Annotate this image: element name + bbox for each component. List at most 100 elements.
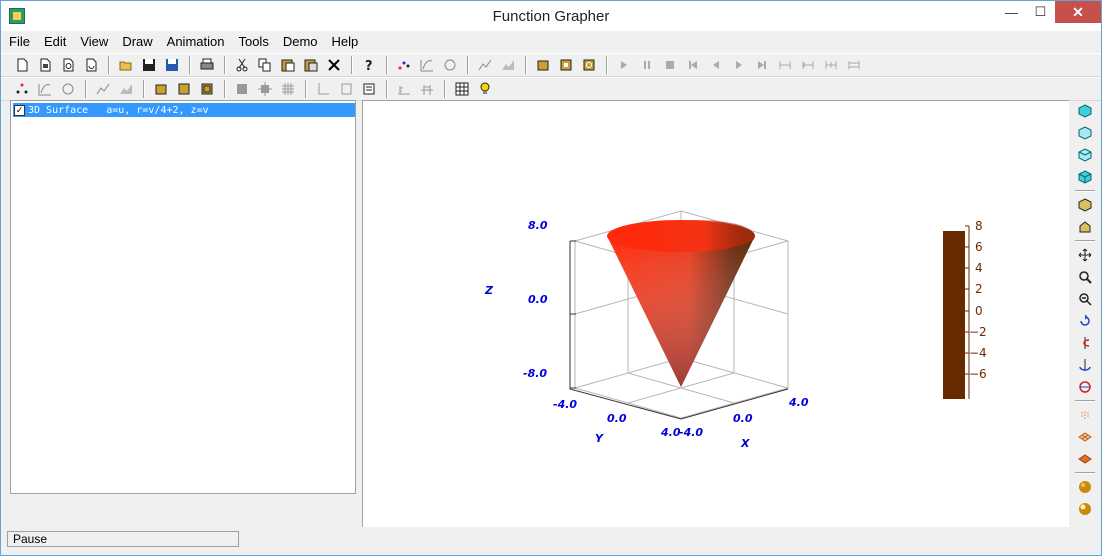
table-icon[interactable] — [451, 79, 473, 99]
zoom-out-icon[interactable] — [1074, 288, 1096, 310]
range-b-icon[interactable] — [797, 55, 819, 75]
play-icon[interactable] — [613, 55, 635, 75]
graph-a-icon[interactable] — [474, 55, 496, 75]
surface-solid-icon[interactable] — [1074, 448, 1096, 470]
next-icon[interactable] — [728, 55, 750, 75]
paste-special-icon[interactable] — [300, 55, 322, 75]
new-param-icon[interactable] — [80, 55, 102, 75]
view-cube-iso-icon[interactable] — [1074, 166, 1096, 188]
stop-icon[interactable] — [659, 55, 681, 75]
app-window: Function Grapher — ☐ ✕ File Edit View Dr… — [0, 0, 1102, 556]
points-icon[interactable] — [393, 55, 415, 75]
scatter-icon[interactable] — [11, 79, 33, 99]
square-icon[interactable] — [231, 79, 253, 99]
first-icon[interactable] — [682, 55, 704, 75]
visibility-checkbox[interactable]: ✓ — [14, 104, 25, 116]
help-icon[interactable]: ? — [358, 55, 380, 75]
axis-a-icon[interactable] — [312, 79, 334, 99]
save-as-icon[interactable] — [161, 55, 183, 75]
refresh-icon[interactable] — [439, 55, 461, 75]
cone-shade — [607, 236, 755, 387]
tick-b-icon[interactable] — [416, 79, 438, 99]
pause-icon[interactable] — [636, 55, 658, 75]
toolbar-separator — [1075, 190, 1095, 192]
title-bar: Function Grapher — ☐ ✕ — [1, 1, 1101, 31]
z-axis-label: Z — [484, 284, 494, 297]
view-cube-top-icon[interactable] — [1074, 144, 1096, 166]
cube-solid-icon[interactable] — [150, 79, 172, 99]
open-folder-icon[interactable] — [115, 55, 137, 75]
polar-icon[interactable] — [57, 79, 79, 99]
menu-edit[interactable]: Edit — [44, 34, 66, 49]
colorbar-tick-label: 4 — [975, 261, 983, 275]
x-axis-label: X — [740, 437, 750, 450]
main-toolbar: ? — [1, 53, 1101, 77]
sphere-shade-icon[interactable] — [1074, 476, 1096, 498]
gear-grid-icon[interactable] — [254, 79, 276, 99]
menu-file[interactable]: File — [9, 34, 30, 49]
curve-icon[interactable] — [416, 55, 438, 75]
axis-c-icon[interactable] — [358, 79, 380, 99]
sphere-light-icon[interactable] — [1074, 498, 1096, 520]
delete-icon[interactable] — [323, 55, 345, 75]
paste-icon[interactable] — [277, 55, 299, 75]
cut-icon[interactable] — [231, 55, 253, 75]
cube-gold-icon[interactable] — [532, 55, 554, 75]
menu-draw[interactable]: Draw — [122, 34, 152, 49]
cube-refresh-icon[interactable] — [578, 55, 600, 75]
colorbar-tick-label: −6 — [969, 367, 987, 381]
copy-icon[interactable] — [254, 55, 276, 75]
rotate-y-icon[interactable] — [1074, 332, 1096, 354]
rotate-z-icon[interactable] — [1074, 354, 1096, 376]
menu-help[interactable]: Help — [332, 34, 359, 49]
view-cube-front-icon[interactable] — [1074, 100, 1096, 122]
toolbar-separator — [108, 56, 110, 74]
toolbar-separator — [525, 56, 527, 74]
last-icon[interactable] — [751, 55, 773, 75]
surface-grid-icon[interactable] — [1074, 426, 1096, 448]
grid-icon[interactable] — [277, 79, 299, 99]
x-tick-label: 4.0 — [788, 396, 809, 409]
curve-outline-icon[interactable] — [34, 79, 56, 99]
graph-canvas[interactable]: 8.0 0.0 -8.0 Z -4.0 0.0 4.0 Y -4.0 0.0 4… — [362, 100, 1069, 527]
graph-b-icon[interactable] — [497, 55, 519, 75]
colorbar-tick-label: −2 — [969, 325, 987, 339]
new-icon[interactable] — [11, 55, 33, 75]
list-item[interactable]: ✓ 3D Surface a=u, r=v/4+2, z=v — [13, 103, 355, 117]
cube-gold-icon[interactable] — [1074, 194, 1096, 216]
print-icon[interactable] — [196, 55, 218, 75]
menu-view[interactable]: View — [80, 34, 108, 49]
graph-line-icon[interactable] — [92, 79, 114, 99]
rotate-x-icon[interactable] — [1074, 310, 1096, 332]
new-3d-icon[interactable] — [57, 55, 79, 75]
toolbar-separator — [386, 80, 388, 98]
move-icon[interactable] — [1074, 244, 1096, 266]
surface-dots-icon[interactable] — [1074, 404, 1096, 426]
maximize-button[interactable]: ☐ — [1026, 1, 1055, 23]
zoom-in-icon[interactable] — [1074, 266, 1096, 288]
axis-b-icon[interactable] — [335, 79, 357, 99]
view-cube-side-icon[interactable] — [1074, 122, 1096, 144]
home-view-icon[interactable] — [1074, 216, 1096, 238]
rotate-free-icon[interactable] — [1074, 376, 1096, 398]
menu-demo[interactable]: Demo — [283, 34, 318, 49]
cube-face-icon[interactable] — [173, 79, 195, 99]
cube-page-icon[interactable] — [555, 55, 577, 75]
range-c-icon[interactable] — [820, 55, 842, 75]
minimize-button[interactable]: — — [997, 1, 1026, 23]
save-icon[interactable] — [138, 55, 160, 75]
prev-icon[interactable] — [705, 55, 727, 75]
range-a-icon[interactable] — [774, 55, 796, 75]
new-2d-icon[interactable] — [34, 55, 56, 75]
menu-animation[interactable]: Animation — [167, 34, 225, 49]
svg-text:?: ? — [365, 59, 373, 72]
lightbulb-icon[interactable] — [474, 79, 496, 99]
x-tick-label: 0.0 — [733, 412, 753, 425]
tick-a-icon[interactable] — [393, 79, 415, 99]
colorbar-tick-label: 0 — [975, 304, 983, 318]
menu-tools[interactable]: Tools — [238, 34, 268, 49]
graph-area-icon[interactable] — [115, 79, 137, 99]
close-button[interactable]: ✕ — [1055, 1, 1101, 23]
cube-wire-icon[interactable] — [196, 79, 218, 99]
range-d-icon[interactable] — [843, 55, 865, 75]
